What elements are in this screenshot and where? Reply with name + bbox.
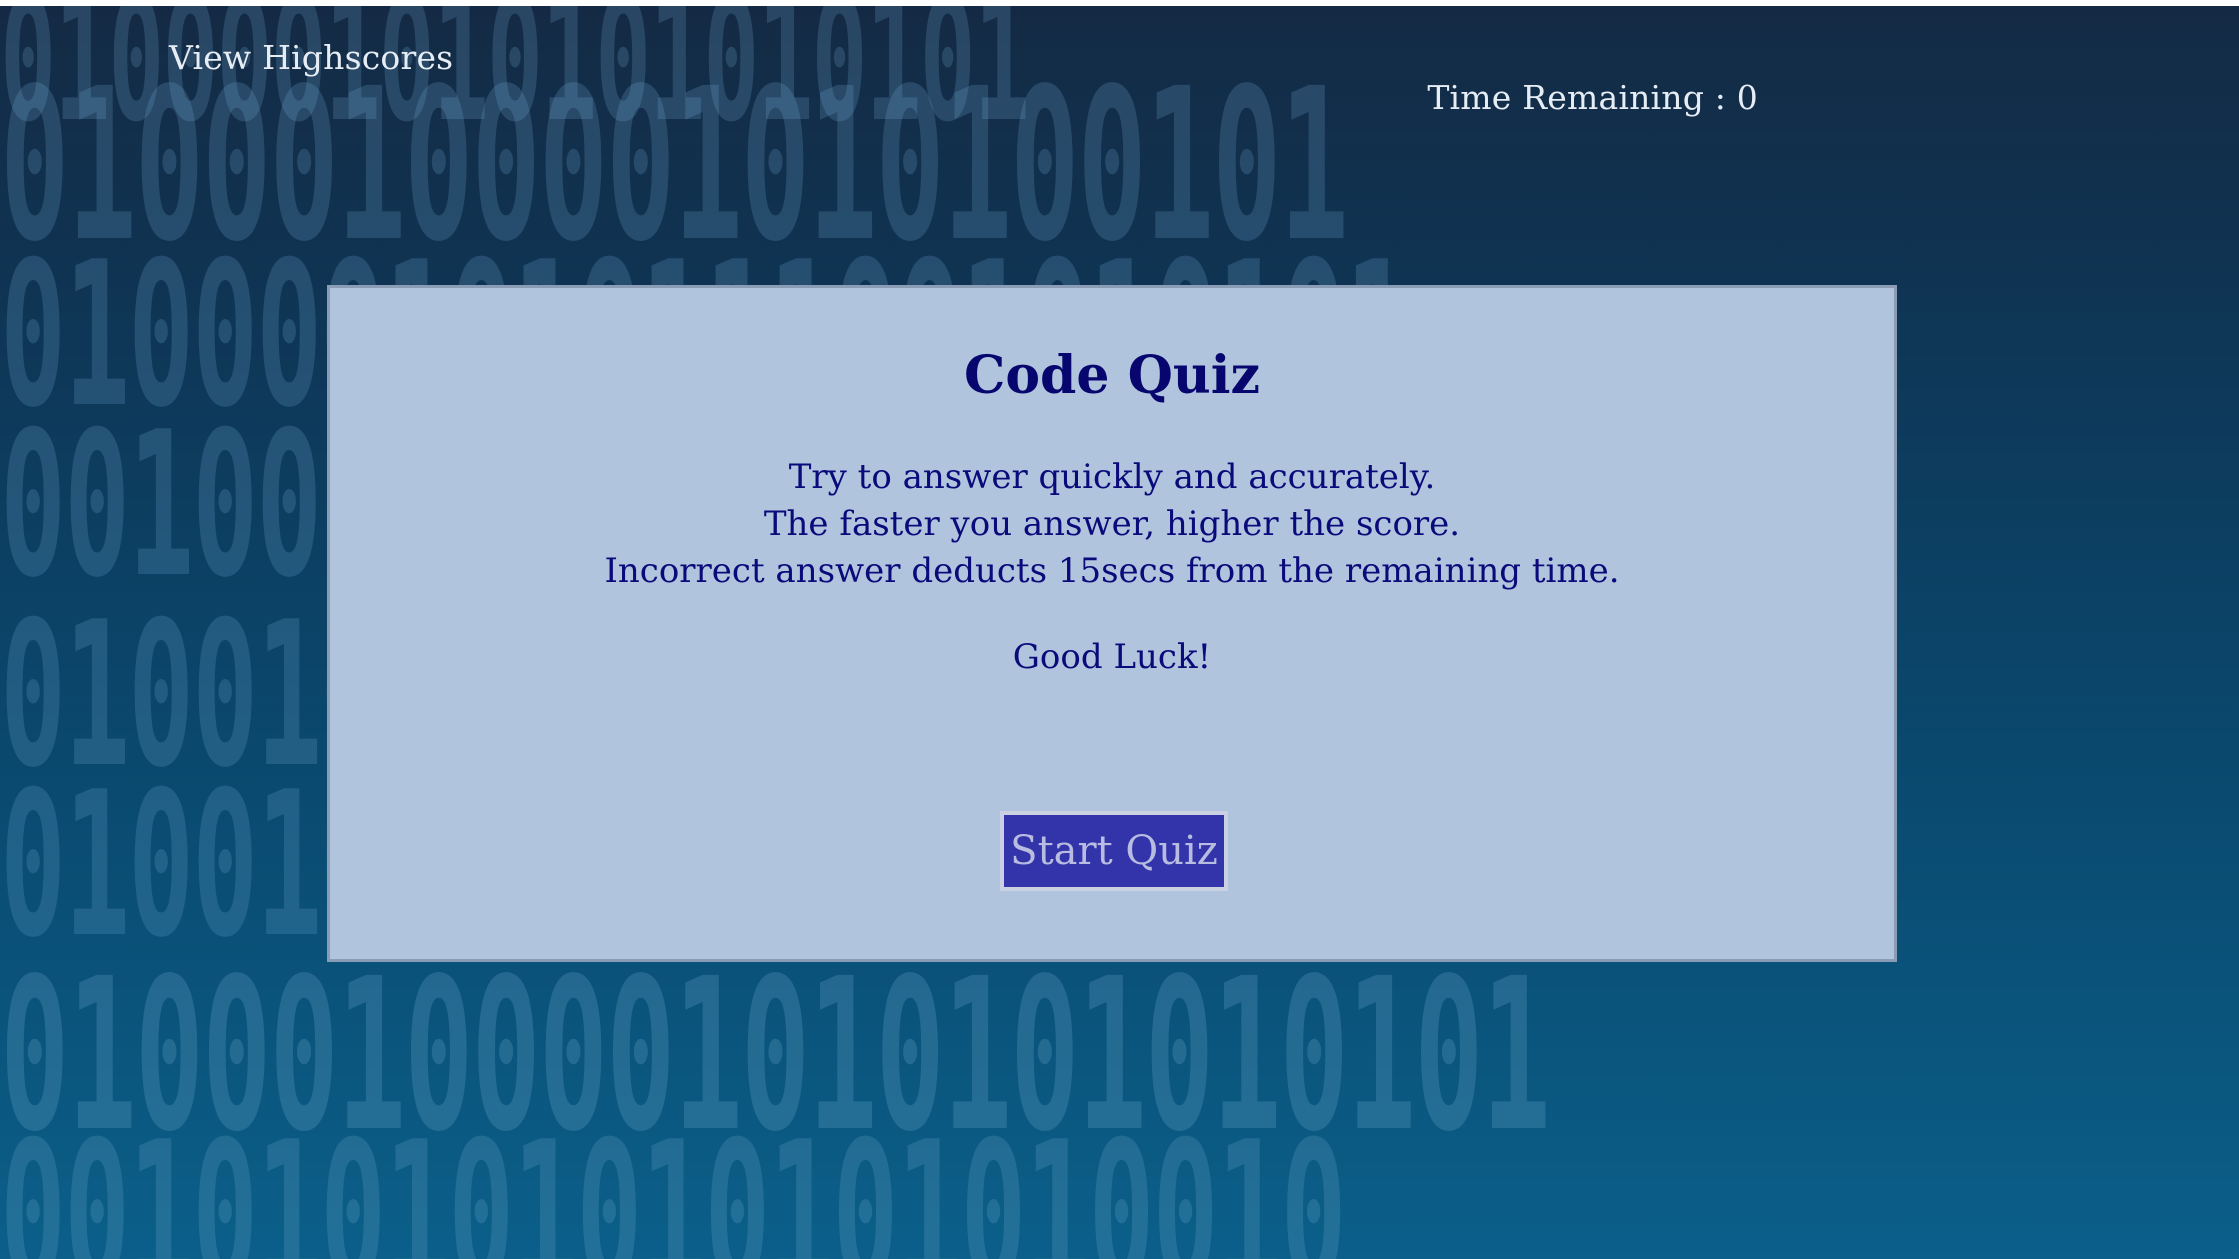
instruction-line: Try to answer quickly and accurately. <box>788 456 1436 497</box>
app-viewport: 0100001010101010101 01000100001010100101… <box>0 6 2239 1259</box>
view-highscores-link[interactable]: View Highscores <box>169 38 453 77</box>
timer-value: 0 <box>1736 78 1758 117</box>
good-luck-message: Good Luck! <box>1012 636 1212 677</box>
start-quiz-button[interactable]: Start Quiz <box>1000 811 1228 891</box>
binary-background-row: 0100001010101010101 <box>0 6 1030 160</box>
quiz-start-card: Code Quiz Try to answer quickly and accu… <box>327 285 1897 962</box>
binary-background-row: 01000100001010101010101 <box>0 933 1551 1178</box>
page: 0100001010101010101 01000100001010100101… <box>0 0 2239 1259</box>
binary-background-row: 01000100001010100101 <box>0 43 1349 288</box>
instruction-line: Incorrect answer deducts 15secs from the… <box>604 550 1620 591</box>
quiz-title: Code Quiz <box>963 345 1260 406</box>
time-remaining: Time Remaining : 0 <box>1427 78 1758 117</box>
quiz-instructions: Try to answer quickly and accurately. Th… <box>330 454 1894 595</box>
timer-label: Time Remaining : <box>1427 78 1727 117</box>
instruction-line: The faster you answer, higher the score. <box>763 503 1461 544</box>
binary-background-row: 001010101010101010010 <box>0 1099 1347 1259</box>
